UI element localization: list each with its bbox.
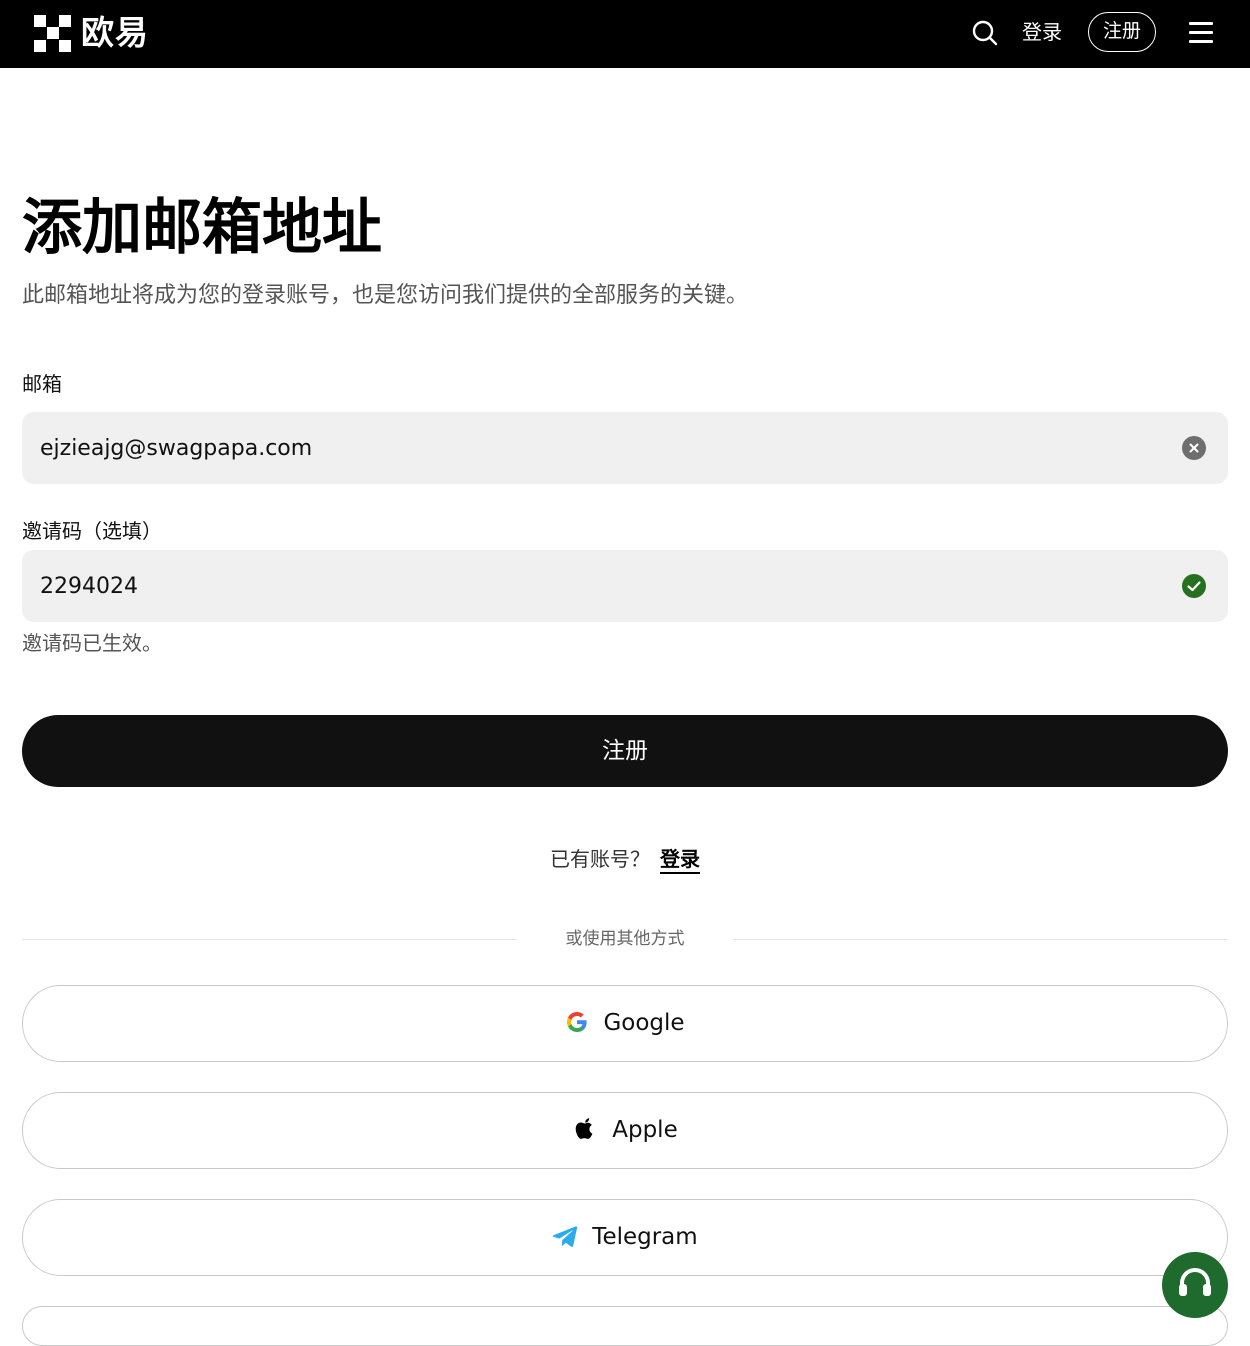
email-label: 邮箱: [22, 372, 62, 396]
oauth-label: Apple: [612, 1117, 678, 1143]
invite-code-label: 邀请码（选填）: [22, 519, 162, 543]
invite-code-field[interactable]: [40, 550, 1170, 622]
invite-code-field-container: [22, 550, 1228, 622]
nav-register-button[interactable]: 注册: [1088, 12, 1156, 52]
hamburger-menu-icon[interactable]: [1189, 22, 1213, 44]
register-button[interactable]: 注册: [22, 715, 1228, 787]
search-icon[interactable]: [971, 19, 999, 47]
email-field[interactable]: [40, 412, 1170, 484]
more-login-button[interactable]: [22, 1306, 1228, 1346]
logo-mark-icon: [34, 14, 71, 52]
headset-icon: [1162, 1267, 1228, 1322]
oauth-label: Telegram: [592, 1224, 698, 1250]
email-field-container: [22, 412, 1228, 484]
nav-login-link[interactable]: 登录: [1022, 17, 1062, 47]
have-account-row: 已有账号？ 登录: [0, 844, 1250, 874]
telegram-icon: [552, 1224, 578, 1252]
divider-text: 或使用其他方式: [565, 929, 685, 949]
apple-icon: [572, 1115, 598, 1147]
telegram-login-button[interactable]: Telegram: [22, 1199, 1228, 1276]
divider-left: [22, 939, 517, 940]
oauth-label: Google: [603, 1010, 685, 1036]
invite-code-status: 邀请码已生效。: [22, 631, 162, 655]
page-subtitle: 此邮箱地址将成为您的登录账号，也是您访问我们提供的全部服务的关键。: [22, 283, 749, 308]
google-login-button[interactable]: Google: [22, 985, 1228, 1062]
top-nav-bar: 欧易 登录 注册: [0, 0, 1250, 68]
divider-right: [733, 939, 1228, 940]
have-account-text: 已有账号？: [550, 847, 650, 871]
login-link[interactable]: 登录: [660, 847, 700, 871]
logo[interactable]: 欧易: [34, 14, 149, 52]
support-chat-button[interactable]: [1162, 1252, 1228, 1318]
google-icon: [565, 1010, 589, 1038]
logo-text: 欧易: [81, 13, 149, 52]
check-circle-icon: [1182, 574, 1206, 598]
apple-login-button[interactable]: Apple: [22, 1092, 1228, 1169]
page-title: 添加邮箱地址: [22, 193, 382, 263]
clear-input-icon[interactable]: [1182, 436, 1206, 460]
